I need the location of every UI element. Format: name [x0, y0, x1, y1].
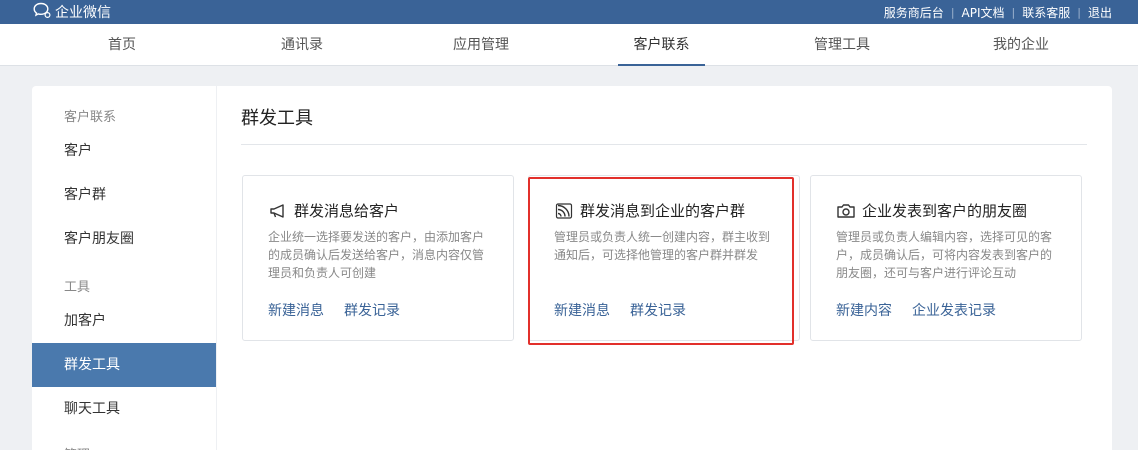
megaphone-icon: [268, 202, 288, 220]
nav-tab-home[interactable]: 首页: [90, 24, 154, 66]
card-description: 企业统一选择要发送的客户，由添加客户的成员确认后发送给客户，消息内容仅管理员和负…: [268, 230, 485, 280]
title-divider: [241, 144, 1087, 145]
nav-tab-app-management[interactable]: 应用管理: [441, 24, 521, 66]
logo-text: 企业微信: [55, 5, 111, 21]
new-content-link[interactable]: 新建内容: [836, 300, 892, 320]
sidebar-section-title: 客户联系: [64, 110, 117, 125]
card-title: 企业发表到客户的朋友圈: [862, 202, 1028, 220]
broadcast-icon: [554, 202, 574, 220]
main-panel: 群发工具 群发消息给客户 企业统一选择要发送的客户，由添加客户的成员确认后发送给…: [217, 86, 1112, 450]
sidebar-section-title: 管理: [64, 444, 90, 450]
card-actions: 新建内容 企业发表记录: [836, 300, 1016, 320]
sidebar: 客户联系 客户 客户群 客户朋友圈 工具 加客户 群发工具 聊天工具 管理: [32, 86, 216, 450]
sidebar-item-customer-moments[interactable]: 客户朋友圈: [32, 217, 216, 261]
card-actions: 新建消息 群发记录: [554, 300, 706, 320]
logout-link[interactable]: 退出: [1088, 4, 1112, 21]
sidebar-item-chat-tools[interactable]: 聊天工具: [32, 387, 216, 431]
top-bar: 企业微信 服务商后台 | API文档 | 联系客服 | 退出: [0, 0, 1138, 24]
top-links: 服务商后台 | API文档 | 联系客服 | 退出: [884, 0, 1112, 24]
sidebar-section-title: 工具: [64, 280, 91, 295]
new-message-link[interactable]: 新建消息: [554, 300, 610, 320]
card-header: 群发消息到企业的客户群: [554, 200, 745, 221]
app-logo[interactable]: 企业微信: [32, 0, 111, 24]
send-history-link[interactable]: 群发记录: [630, 300, 686, 320]
sidebar-item-customer-groups[interactable]: 客户群: [32, 173, 216, 217]
top-link-separator: |: [950, 5, 955, 19]
nav-tab-my-company[interactable]: 我的企业: [981, 24, 1061, 66]
top-link-separator: |: [1077, 5, 1081, 19]
tool-card-post-to-moments: 企业发表到客户的朋友圈 管理员或负责人编辑内容，选择可见的客户，成员确认后，可将…: [810, 175, 1082, 341]
contact-support-link[interactable]: 联系客服: [1022, 4, 1070, 21]
card-header: 企业发表到客户的朋友圈: [836, 200, 1027, 221]
top-link-separator: |: [1011, 5, 1016, 19]
card-title: 群发消息给客户: [294, 202, 400, 220]
camera-icon: [836, 202, 856, 220]
page-title: 群发工具: [241, 108, 313, 129]
send-history-link[interactable]: 群发记录: [344, 300, 400, 320]
tool-card-message-customers: 群发消息给客户 企业统一选择要发送的客户，由添加客户的成员确认后发送给客户，消息…: [242, 175, 514, 341]
sidebar-item-mass-messaging[interactable]: 群发工具: [32, 343, 216, 387]
wecom-logo-icon: [32, 1, 55, 23]
card-header: 群发消息给客户: [268, 200, 399, 221]
main-nav: 首页 通讯录 应用管理 客户联系 管理工具 我的企业: [0, 24, 1138, 66]
card-actions: 新建消息 群发记录: [268, 300, 420, 320]
new-message-link[interactable]: 新建消息: [268, 300, 324, 320]
card-title: 群发消息到企业的客户群: [580, 202, 746, 220]
service-console-link[interactable]: 服务商后台: [884, 4, 944, 21]
card-description: 管理员或负责人编辑内容，选择可见的客户，成员确认后，可将内容发表到客户的朋友圈，…: [836, 230, 1053, 280]
nav-tab-customer-contact[interactable]: 客户联系: [618, 24, 705, 66]
nav-tab-contacts[interactable]: 通讯录: [270, 24, 334, 66]
sidebar-item-customers[interactable]: 客户: [32, 129, 216, 173]
tool-card-message-customer-groups: 群发消息到企业的客户群 管理员或负责人统一创建内容，群主收到通知后，可选择他管理…: [528, 175, 800, 341]
sidebar-item-add-customer[interactable]: 加客户: [32, 299, 216, 343]
api-docs-link[interactable]: API文档: [962, 4, 1005, 21]
nav-tab-management-tools[interactable]: 管理工具: [802, 24, 882, 66]
card-description: 管理员或负责人统一创建内容，群主收到通知后，可选择他管理的客户群并群发: [554, 230, 771, 262]
post-history-link[interactable]: 企业发表记录: [912, 300, 996, 320]
